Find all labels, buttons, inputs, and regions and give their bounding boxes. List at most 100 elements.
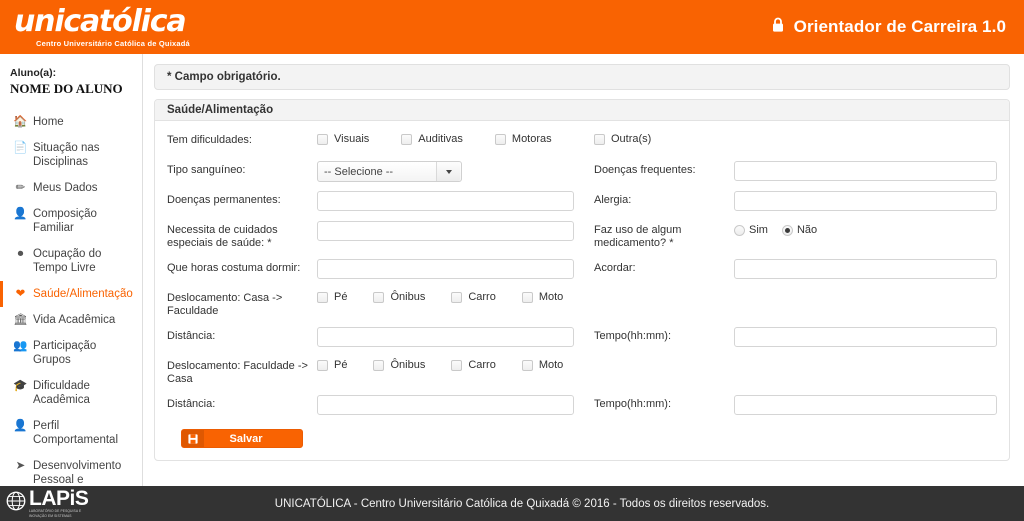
blood-frequent-row: Tipo sanguíneo: -- Selecione -- Doenças …: [167, 161, 997, 191]
panel-title: Saúde/Alimentação: [155, 100, 1009, 121]
time-1-label: Tempo(hh:mm):: [594, 330, 672, 342]
distance-2-input[interactable]: [317, 395, 574, 415]
commute-home-college-checkbox-group: Pé Ônibus Carro Moto: [317, 289, 589, 303]
save-button[interactable]: Salvar: [181, 429, 303, 448]
sidebar-item-saude-alimentacao[interactable]: ❤ Saúde/Alimentação: [0, 281, 142, 307]
checkbox-box-icon: [521, 291, 533, 303]
globe-icon: [6, 491, 26, 516]
checkbox-label: Moto: [538, 291, 564, 303]
sidebar-item-dificuldade-academica[interactable]: 🎓 Dificuldade Acadêmica: [0, 373, 142, 413]
commute-college-home-checkbox-group: Pé Ônibus Carro Moto: [317, 357, 589, 371]
sidebar-item-label: Participação Grupos: [33, 340, 97, 366]
brand-name: unicatólica: [14, 3, 187, 39]
sidebar-item-home[interactable]: 🏠 Home: [0, 109, 142, 135]
checkbox-label: Carro: [468, 291, 496, 303]
sidebar-item-label: Vida Acadêmica: [33, 314, 116, 326]
student-label: Aluno(a):: [10, 67, 57, 79]
lock-icon: [771, 17, 785, 38]
blood-type-label: Tipo sanguíneo:: [167, 164, 246, 176]
sidebar-item-label: Ocupação do Tempo Livre: [33, 248, 102, 274]
sidebar-item-participacao-grupos[interactable]: 👥 Participação Grupos: [0, 333, 142, 373]
wake-time-input[interactable]: [734, 259, 997, 279]
sidebar-item-ocupacao-tempo-livre[interactable]: ⏺ Ocupação do Tempo Livre: [0, 241, 142, 281]
sidebar-item-label: Meus Dados: [33, 182, 98, 194]
app-title: Orientador de Carreira 1.0: [793, 17, 1006, 36]
checkbox-label: Outra(s): [611, 133, 652, 145]
checkbox-onibus-1[interactable]: Ônibus: [373, 291, 425, 303]
radio-medication-nao[interactable]: Não: [781, 224, 825, 236]
checkbox-box-icon: [373, 359, 385, 371]
sidebar-item-vida-academica[interactable]: 🏛 Vida Acadêmica: [0, 307, 142, 333]
checkbox-motoras[interactable]: Motoras: [494, 133, 552, 145]
footer-copyright: UNICATÓLICA - Centro Universitário Catól…: [274, 497, 770, 510]
wake-time-label: Acordar:: [594, 262, 636, 274]
sidebar-item-situacao-disciplinas[interactable]: 📄 Situação nas Disciplinas: [0, 135, 142, 175]
user-icon: 👤: [13, 420, 28, 432]
sidebar-item-label: Saúde/Alimentação: [33, 288, 133, 300]
blood-type-select[interactable]: -- Selecione --: [317, 161, 462, 182]
difficulties-checkbox-group: Visuais Auditivas Motoras: [317, 131, 578, 145]
time-1-input[interactable]: [734, 327, 997, 347]
checkbox-carro-2[interactable]: Carro: [451, 359, 496, 371]
saude-alimentacao-panel: Saúde/Alimentação Tem dificuldades: Visu…: [154, 99, 1010, 461]
checkbox-box-icon: [594, 133, 605, 145]
graduation-cap-icon: 🎓: [13, 380, 28, 392]
checkbox-moto-1[interactable]: Moto: [521, 291, 564, 303]
sidebar-item-perfil-comportamental[interactable]: 👤 Perfil Comportamental: [0, 413, 142, 453]
radio-medication-sim[interactable]: Sim: [734, 224, 776, 236]
checkbox-onibus-2[interactable]: Ônibus: [373, 359, 425, 371]
time-2-input[interactable]: [734, 395, 997, 415]
frequent-diseases-input[interactable]: [734, 161, 997, 181]
checkbox-box-icon: [317, 359, 328, 371]
special-care-input[interactable]: [317, 221, 574, 241]
commute-home-college-row: Deslocamento: Casa -> Faculdade Pé Ônibu…: [167, 289, 997, 327]
checkbox-label: Motoras: [511, 133, 552, 145]
checkbox-box-icon: [451, 291, 463, 303]
special-care-label: Necessita de cuidados especiais de saúde…: [167, 224, 278, 249]
checkbox-outras[interactable]: Outra(s): [594, 133, 651, 145]
page-header: unicatólica Centro Universitário Católic…: [0, 0, 1024, 54]
users-icon: 👥: [13, 340, 28, 352]
brand-logo[interactable]: unicatólica Centro Universitário Católic…: [14, 3, 190, 48]
sidebar-item-meus-dados[interactable]: ✏ Meus Dados: [0, 175, 142, 201]
sidebar: Aluno(a): NOME DO ALUNO 🏠 Home 📄 Situaçã…: [0, 54, 143, 521]
difficulties-label: Tem dificuldades:: [167, 134, 252, 146]
header-right: Orientador de Carreira 1.0: [771, 17, 1006, 38]
special-care-medication-row: Necessita de cuidados especiais de saúde…: [167, 221, 997, 259]
clock-icon: ⏺: [17, 248, 24, 260]
distance-1-input[interactable]: [317, 327, 574, 347]
sidebar-item-composicao-familiar[interactable]: 👤 Composição Familiar: [0, 201, 142, 241]
student-block: Aluno(a): NOME DO ALUNO: [0, 64, 142, 103]
save-icon: [182, 430, 204, 447]
checkbox-label: Ônibus: [390, 359, 426, 371]
difficulties-row: Tem dificuldades: Visuais Auditivas Moto…: [167, 131, 997, 161]
lapis-logo[interactable]: LAPiS LABORATÓRIO DE PESQUISA E INOVAÇÃO…: [0, 488, 100, 519]
commute-home-college-label: Deslocamento: Casa -> Faculdade: [167, 292, 283, 317]
checkbox-label: Moto: [538, 359, 564, 371]
radio-circle-selected-icon: [781, 224, 793, 236]
bank-icon: 🏛: [13, 314, 28, 326]
checkbox-carro-1[interactable]: Carro: [451, 291, 496, 303]
panel-body: Tem dificuldades: Visuais Auditivas Moto…: [155, 121, 1009, 460]
paper-plane-icon: ➤: [15, 460, 26, 472]
distance-2-label: Distância:: [167, 398, 216, 410]
checkbox-label: Auditivas: [418, 133, 463, 145]
sidebar-item-label: Dificuldade Acadêmica: [33, 380, 90, 406]
checkbox-pe-1[interactable]: Pé: [317, 291, 347, 303]
checkbox-label: Carro: [468, 359, 496, 371]
permanent-diseases-input[interactable]: [317, 191, 574, 211]
checkbox-label: Pé: [334, 291, 348, 303]
sleep-time-label: Que horas costuma dormir:: [167, 262, 301, 274]
time-2-label: Tempo(hh:mm):: [594, 398, 672, 410]
allergy-input[interactable]: [734, 191, 997, 211]
save-row: Salvar: [167, 425, 997, 448]
user-plus-icon: 👤: [13, 208, 28, 220]
checkbox-moto-2[interactable]: Moto: [521, 359, 564, 371]
allergy-label: Alergia:: [594, 194, 632, 206]
checkbox-pe-2[interactable]: Pé: [317, 359, 347, 371]
chevron-down-icon[interactable]: [436, 162, 460, 181]
sidebar-item-label: Home: [33, 116, 64, 128]
checkbox-auditivas[interactable]: Auditivas: [401, 133, 463, 145]
checkbox-visuais[interactable]: Visuais: [317, 133, 369, 145]
sleep-time-input[interactable]: [317, 259, 574, 279]
